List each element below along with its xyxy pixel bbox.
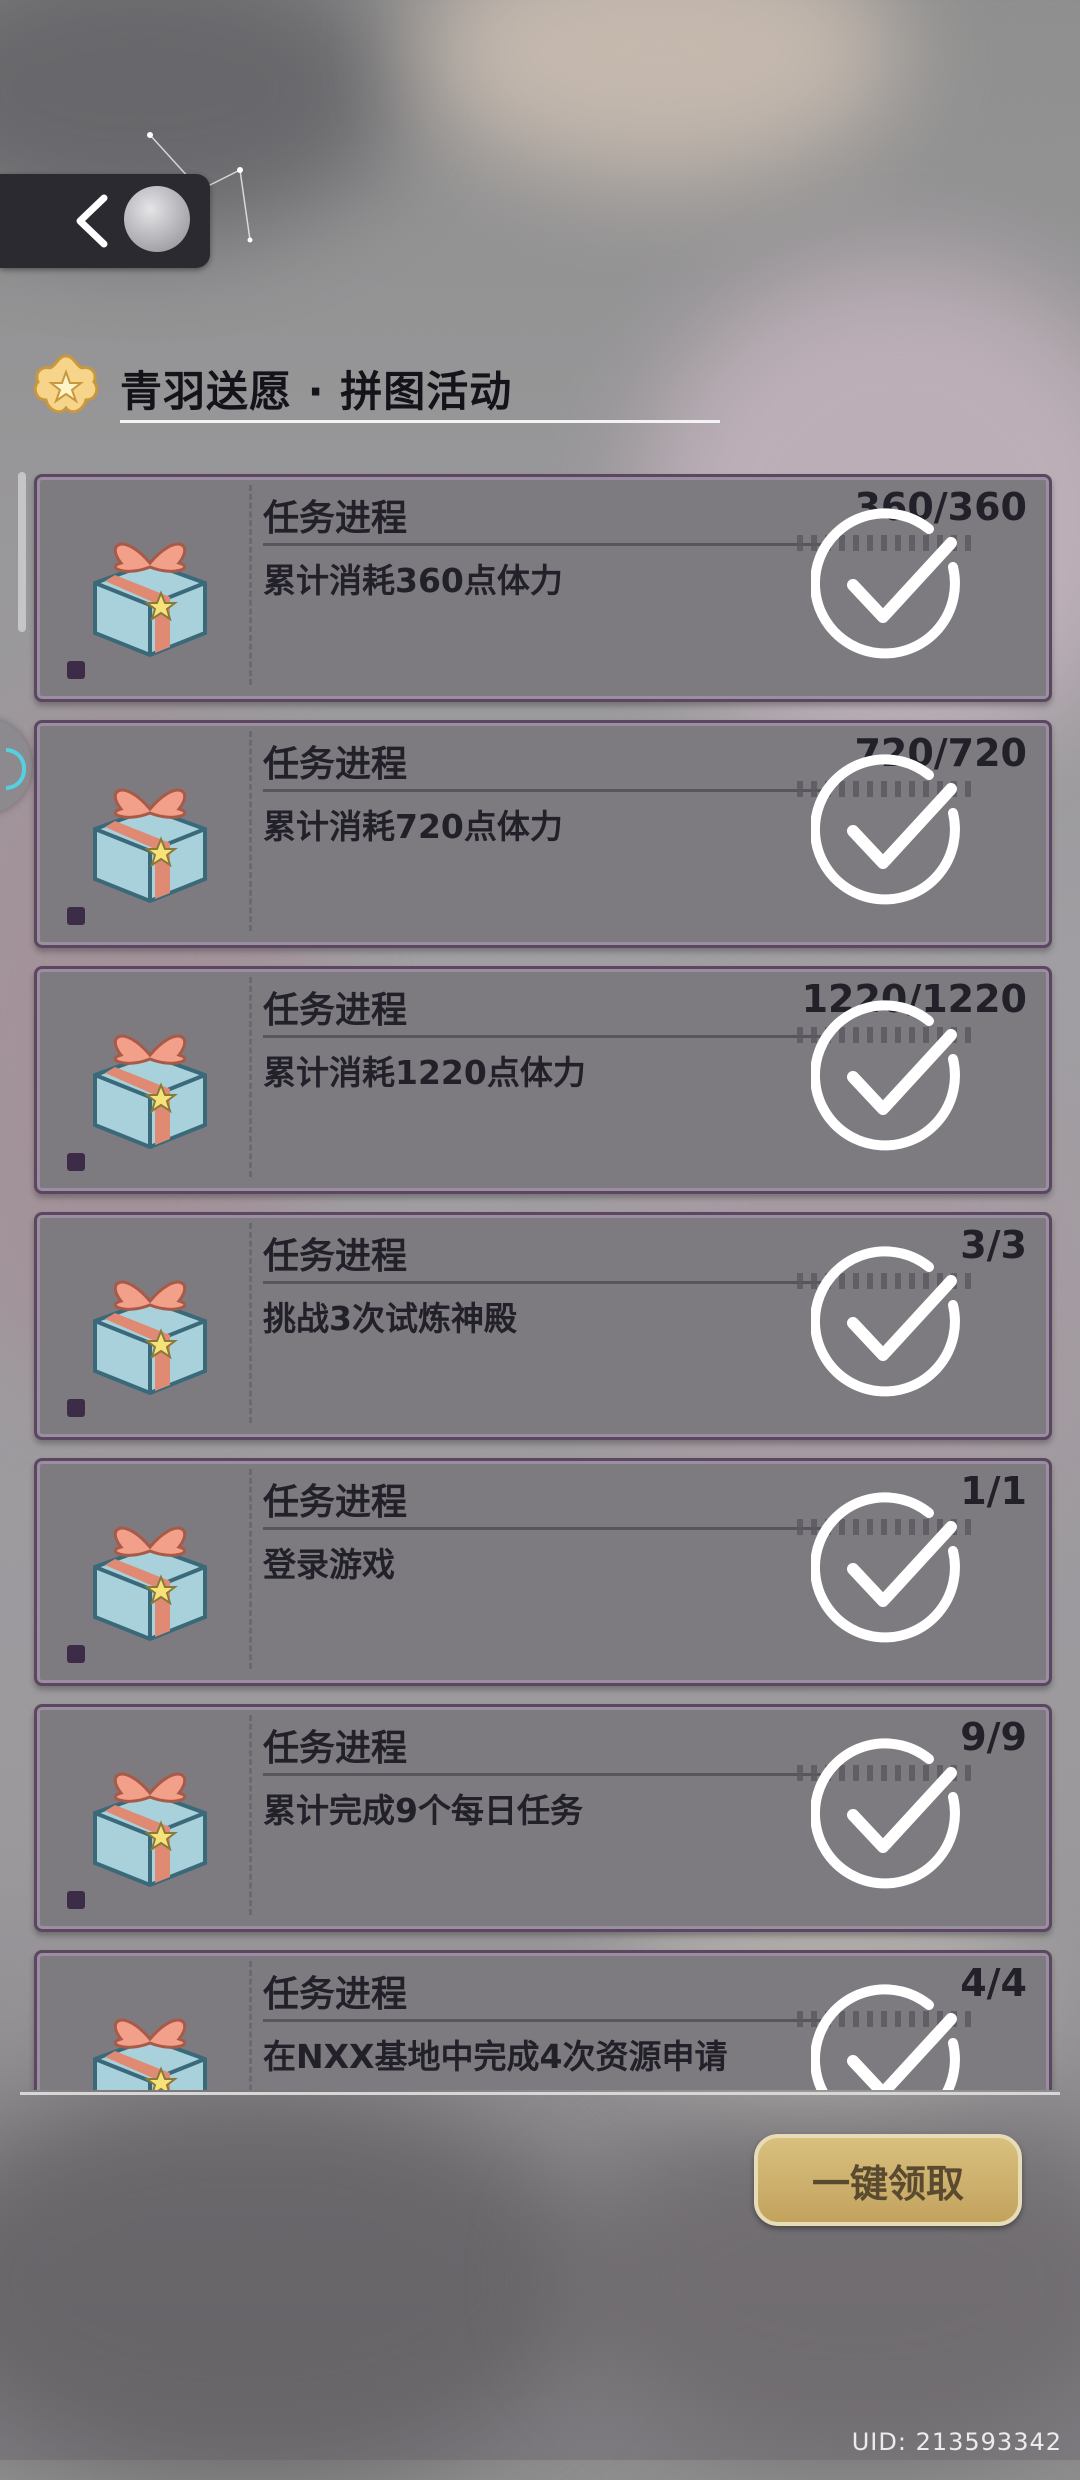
- task-label: 任务进程: [263, 1728, 408, 1769]
- reward-slot[interactable]: [45, 1469, 252, 1669]
- gift-box-icon: [93, 1034, 207, 1150]
- star-flower-icon: [33, 354, 99, 414]
- task-card[interactable]: 任务进程 挑战3次试炼神殿 3/3: [34, 1212, 1052, 1440]
- gift-box-icon: [93, 1526, 207, 1642]
- check-completed-icon: [811, 754, 960, 905]
- rarity-marker: [67, 1399, 85, 1417]
- gift-box-icon: [93, 1280, 207, 1396]
- back-button[interactable]: [0, 174, 210, 268]
- task-description: 累计消耗720点体力: [263, 807, 563, 846]
- task-label: 任务进程: [263, 1974, 408, 2015]
- divider: [263, 1281, 823, 1284]
- rarity-marker: [67, 661, 85, 679]
- check-completed-icon: [811, 1984, 960, 2090]
- check-completed-icon: [811, 1738, 960, 1889]
- task-description: 挑战3次试炼神殿: [263, 1299, 517, 1338]
- task-card[interactable]: 任务进程 累计完成9个每日任务 9/9: [34, 1704, 1052, 1932]
- rarity-marker: [67, 1153, 85, 1171]
- gift-box-icon: [93, 1772, 207, 1888]
- task-description: 累计消耗360点体力: [263, 561, 563, 600]
- divider: [263, 1527, 823, 1530]
- divider: [263, 1773, 823, 1776]
- reward-slot[interactable]: [45, 731, 252, 931]
- task-label: 任务进程: [263, 498, 408, 539]
- task-description: 登录游戏: [263, 1545, 395, 1584]
- divider: [263, 543, 823, 546]
- avatar[interactable]: [124, 186, 190, 252]
- check-completed-icon: [811, 1492, 960, 1643]
- divider: [263, 2019, 823, 2022]
- list-bottom-divider: [20, 2092, 1060, 2095]
- task-card[interactable]: 任务进程 累计消耗1220点体力 1220/1220: [34, 966, 1052, 1194]
- gift-box-icon: [93, 542, 207, 658]
- task-label: 任务进程: [263, 744, 408, 785]
- reward-slot[interactable]: [45, 977, 252, 1177]
- chevron-left-icon: [76, 194, 108, 248]
- gift-box-icon: [93, 788, 207, 904]
- page-header: 青羽送愿 · 拼图活动: [30, 350, 730, 430]
- rarity-marker: [67, 907, 85, 925]
- reward-slot[interactable]: [45, 485, 252, 685]
- check-completed-icon: [811, 508, 960, 659]
- reward-slot[interactable]: [45, 1715, 252, 1915]
- rarity-marker: [67, 1891, 85, 1909]
- gift-box-icon: [93, 2018, 207, 2090]
- title-underline: [120, 420, 720, 423]
- task-card[interactable]: 任务进程 累计消耗720点体力 720/720: [34, 720, 1052, 948]
- task-label: 任务进程: [263, 1482, 408, 1523]
- task-description: 累计完成9个每日任务: [263, 1791, 583, 1830]
- task-description: 累计消耗1220点体力: [263, 1053, 586, 1092]
- task-list[interactable]: 任务进程 累计消耗360点体力 360/360 任务进程 累计消耗720点体力 …: [0, 470, 1080, 2090]
- task-description: 在NXX基地中完成4次资源申请: [263, 2037, 728, 2076]
- reward-slot[interactable]: [45, 1223, 252, 1423]
- claim-all-button[interactable]: 一键领取: [754, 2134, 1022, 2226]
- divider: [263, 789, 823, 792]
- page-title: 青羽送愿 · 拼图活动: [120, 367, 513, 416]
- task-card[interactable]: 任务进程 登录游戏 1/1: [34, 1458, 1052, 1686]
- check-completed-icon: [811, 1000, 960, 1151]
- task-label: 任务进程: [263, 1236, 408, 1277]
- divider: [263, 1035, 823, 1038]
- user-id-label: UID: 213593342: [851, 2428, 1062, 2456]
- check-completed-icon: [811, 1246, 960, 1397]
- reward-slot[interactable]: [45, 1961, 252, 2090]
- rarity-marker: [67, 1645, 85, 1663]
- task-card[interactable]: 任务进程 累计消耗360点体力 360/360: [34, 474, 1052, 702]
- task-label: 任务进程: [263, 990, 408, 1031]
- task-card[interactable]: 任务进程 在NXX基地中完成4次资源申请 4/4: [34, 1950, 1052, 2090]
